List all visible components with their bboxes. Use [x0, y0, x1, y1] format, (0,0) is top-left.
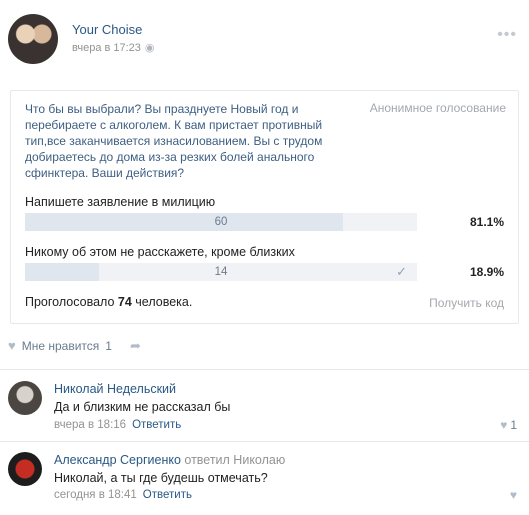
post-author[interactable]: Your Choise: [72, 22, 142, 37]
heart-icon[interactable]: ♥: [8, 338, 16, 353]
comment-author-name[interactable]: Александр Сергиенко: [54, 453, 181, 467]
comment-meta: вчера в 18:16 Ответить: [54, 419, 181, 431]
comment-date[interactable]: вчера в 18:16: [54, 419, 126, 431]
divider: [0, 441, 529, 442]
comment-date[interactable]: сегодня в 18:41: [54, 489, 137, 501]
poll-question: Что бы вы выбрали? Вы празднуете Новый г…: [25, 102, 323, 180]
dots-icon[interactable]: •••: [497, 26, 517, 44]
post-date[interactable]: вчера в 17:23 ◉: [72, 41, 155, 54]
comment-like[interactable]: ♥ 1: [500, 418, 517, 432]
avatar[interactable]: [8, 452, 42, 486]
comment-author[interactable]: Александр Сергиенко ответил Николаю: [54, 453, 285, 467]
poll-type: Анонимное голосование: [369, 101, 506, 115]
poll-total-count: 74: [117, 295, 132, 309]
comment-author[interactable]: Николай Недельский: [54, 382, 176, 396]
share-icon[interactable]: ➦: [130, 338, 141, 354]
get-code-link[interactable]: Получить код: [429, 296, 504, 310]
like-bar: ♥ Мне нравится 1 ➦: [8, 338, 141, 356]
comment-text: Николай, а ты где будешь отмечать?: [54, 471, 268, 485]
poll-option-count: 60: [214, 216, 228, 228]
post: Your Choise вчера в 17:23 ◉ ••• Что бы вы…: [0, 0, 529, 515]
like-label[interactable]: Мне нравится: [22, 339, 100, 353]
heart-icon: ♥: [509, 488, 517, 502]
comment-text: Да и близким не рассказал бы: [54, 400, 231, 414]
poll-option-count: 14: [214, 266, 228, 278]
checkmark-icon: ✓: [396, 264, 407, 279]
poll-option-label: Никому об этом не расскажете, кроме близ…: [25, 245, 295, 259]
comment-like-count: 1: [510, 418, 517, 432]
reply-link[interactable]: Ответить: [132, 419, 181, 431]
poll-total-prefix: Проголосовало: [25, 295, 118, 309]
comment-like[interactable]: ♥: [510, 488, 517, 502]
views-icon: ◉: [144, 42, 155, 54]
poll-option-percent: 18.9%: [469, 265, 504, 279]
poll-option-label: Напишете заявление в милицию: [25, 195, 216, 209]
reply-link[interactable]: Ответить: [143, 489, 192, 501]
like-count[interactable]: 1: [105, 339, 112, 353]
poll: Что бы вы выбрали? Вы празднуете Новый г…: [10, 90, 519, 324]
avatar[interactable]: [8, 381, 42, 415]
post-date-text[interactable]: вчера в 17:23: [72, 42, 141, 54]
poll-total-suffix: человека.: [131, 295, 193, 309]
heart-icon: ♥: [500, 418, 508, 432]
poll-option-bar[interactable]: 60: [25, 213, 417, 231]
comment-author-name[interactable]: Николай Недельский: [54, 382, 176, 396]
poll-total: Проголосовало 74 человека.: [25, 295, 192, 309]
replied-to[interactable]: ответил Николаю: [184, 453, 285, 467]
poll-option-percent: 81.1%: [469, 215, 504, 229]
comment-meta: сегодня в 18:41 Ответить: [54, 489, 192, 501]
divider: [0, 369, 529, 370]
community-avatar[interactable]: [8, 14, 58, 64]
poll-option-bar[interactable]: 14 ✓: [25, 263, 417, 281]
